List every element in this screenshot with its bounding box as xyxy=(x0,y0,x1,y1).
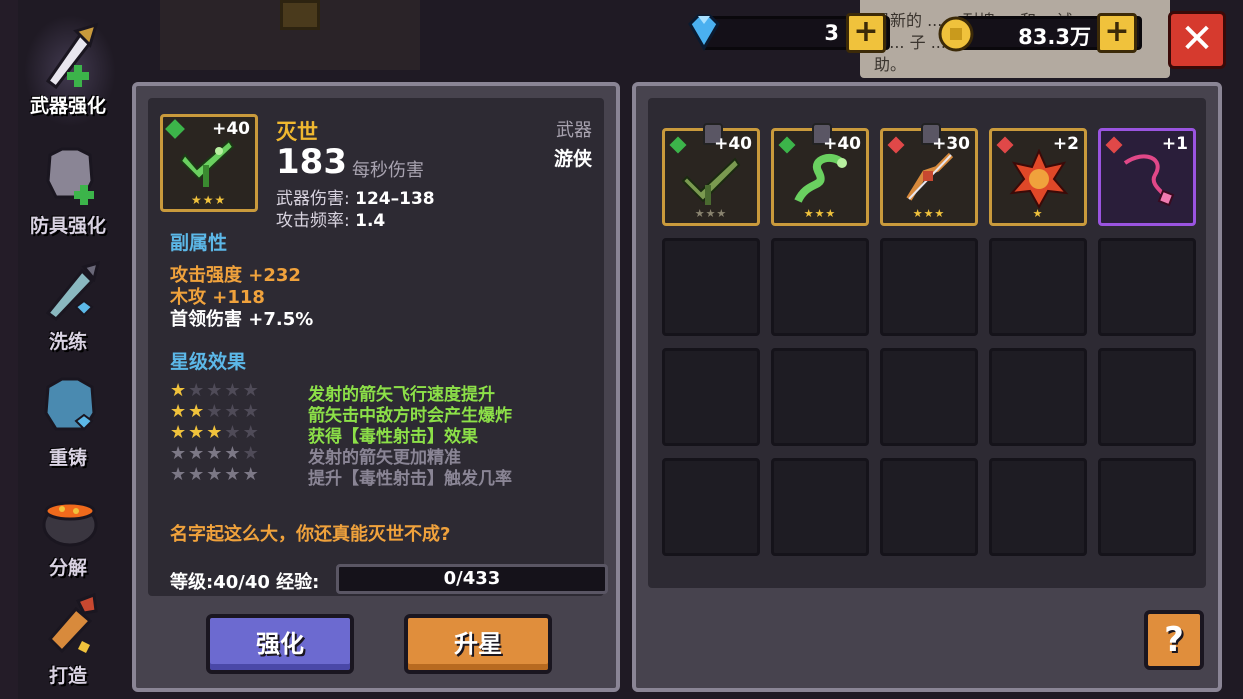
diamond-icon xyxy=(688,14,720,51)
gold-count: 83.3万 xyxy=(1018,25,1091,49)
gem-count: 3 xyxy=(824,21,839,45)
inventory-slot-empty[interactable] xyxy=(880,458,978,556)
menu-label: 重铸 xyxy=(48,447,87,469)
menu-label: 洗练 xyxy=(48,331,87,353)
weapon-class: 游侠 xyxy=(553,148,592,170)
background-wall xyxy=(0,0,18,699)
star-rating-icon: ★★★★★ xyxy=(170,380,261,401)
menu-recast[interactable]: 重铸 xyxy=(18,367,118,475)
menu-dismantle[interactable]: 分解 xyxy=(18,477,118,585)
weapon-rate-label: 攻击频率: xyxy=(276,211,350,231)
item-stars: ★★★ xyxy=(912,207,946,220)
inventory-slot-empty[interactable] xyxy=(989,238,1087,336)
inventory-slot-item[interactable]: +30 ★★★ xyxy=(880,123,978,226)
exp-bar: 0/433 xyxy=(336,564,608,594)
add-gold-button[interactable]: + xyxy=(1097,13,1137,53)
armor-recast-icon xyxy=(44,377,96,431)
weapon-stars: ★★★ xyxy=(191,193,227,207)
inventory-slot-empty[interactable] xyxy=(1098,238,1196,336)
menu-label: 武器强化 xyxy=(29,95,106,117)
menu-label: 分解 xyxy=(48,557,87,579)
sub-attr-item: 首领伤害 +7.5% xyxy=(170,309,314,330)
inventory-slot-empty[interactable] xyxy=(771,458,869,556)
level-label: 等级:40/40 xyxy=(170,572,270,593)
inventory-slot-empty[interactable] xyxy=(771,348,869,446)
menu-weapon-upgrade[interactable]: 武器强化 xyxy=(18,15,118,127)
inventory-slot-empty[interactable] xyxy=(662,238,760,336)
item-stars: ★★★ xyxy=(803,207,837,220)
menu-label: 防具强化 xyxy=(29,215,106,237)
crossbow-icon xyxy=(179,139,235,187)
close-button[interactable]: ✕ xyxy=(1168,11,1226,69)
weapon-detail-panel: +40 ★★★ 灭世 武器 游侠 183 每秒伤害 武器伤害: 124–138 … xyxy=(132,82,620,692)
reforge-sword-icon xyxy=(45,260,100,322)
inventory-slot-item[interactable]: +40 ★★★ xyxy=(771,123,869,226)
star-rating-icon: ★★★★★ xyxy=(170,422,261,443)
flavor-text: 名字起这么大，你还真能灭世不成? xyxy=(170,524,451,545)
gold-coin-icon xyxy=(938,16,974,52)
inventory-slot-empty[interactable] xyxy=(880,348,978,446)
inventory-slot-empty[interactable] xyxy=(1098,458,1196,556)
sword-upgrade-icon xyxy=(45,22,99,90)
star-effect-title: 星级效果 xyxy=(170,351,247,373)
item-stars: ★ xyxy=(1032,207,1044,220)
inventory-slot-item[interactable]: +2 ★ xyxy=(989,128,1087,226)
level-info: 等级:40/40 经验: xyxy=(170,568,319,594)
enhance-button[interactable]: 强化 xyxy=(206,614,354,674)
inventory-slot-empty[interactable] xyxy=(880,238,978,336)
sub-attr-title: 副属性 xyxy=(170,232,228,254)
weapon-rate-value: 1.4 xyxy=(355,211,386,231)
inventory-slot-item[interactable]: +1 xyxy=(1098,128,1196,226)
menu-armor-upgrade[interactable]: 防具强化 xyxy=(18,135,118,243)
help-button[interactable]: ? xyxy=(1144,610,1204,670)
star-rating-icon: ★★★★★ xyxy=(170,443,261,464)
exp-label: 经验: xyxy=(276,572,320,593)
inventory-panel: +40 ★★★ +40 ★★★ +30 ★★★ +2 ★ +1 xyxy=(632,82,1222,692)
inventory-grid: +40 ★★★ +40 ★★★ +30 ★★★ +2 ★ +1 xyxy=(648,98,1206,588)
menu-label: 打造 xyxy=(48,665,87,687)
menu-forge[interactable]: 打造 xyxy=(18,585,118,693)
star-effect-desc: 提升【毒性射击】触发几率 xyxy=(308,469,512,489)
inventory-slot-empty[interactable] xyxy=(662,348,760,446)
weapon-info-card: +40 ★★★ 灭世 武器 游侠 183 每秒伤害 武器伤害: 124–138 … xyxy=(148,98,608,596)
forge-hammer-icon xyxy=(47,592,98,654)
inventory-slot-empty[interactable] xyxy=(1098,348,1196,446)
star-rating-icon: ★★★★★ xyxy=(170,401,261,422)
item-stars: ★★★ xyxy=(694,207,728,220)
inventory-slot-item[interactable]: +40 ★★★ xyxy=(662,123,760,226)
weapon-dps-label: 每秒伤害 xyxy=(352,160,424,181)
upgrade-star-button[interactable]: 升星 xyxy=(404,614,552,674)
inventory-slot-empty[interactable] xyxy=(771,238,869,336)
armor-upgrade-icon xyxy=(46,147,94,205)
tooltip-line: 助。 xyxy=(874,55,907,74)
inventory-slot-empty[interactable] xyxy=(989,458,1087,556)
inventory-slot-empty[interactable] xyxy=(989,348,1087,446)
menu-reforge[interactable]: 洗练 xyxy=(18,251,118,359)
weapon-slot: +40 ★★★ xyxy=(160,114,258,212)
inventory-slot-empty[interactable] xyxy=(662,458,760,556)
star-rating-icon: ★★★★★ xyxy=(170,464,261,485)
weapon-type: 武器 xyxy=(556,120,592,141)
weapon-rate: 攻击频率: 1.4 xyxy=(276,206,385,231)
add-gems-button[interactable]: + xyxy=(846,13,886,53)
cauldron-icon xyxy=(42,501,98,547)
weapon-dps: 183 xyxy=(276,142,347,182)
background-chest xyxy=(280,0,320,30)
